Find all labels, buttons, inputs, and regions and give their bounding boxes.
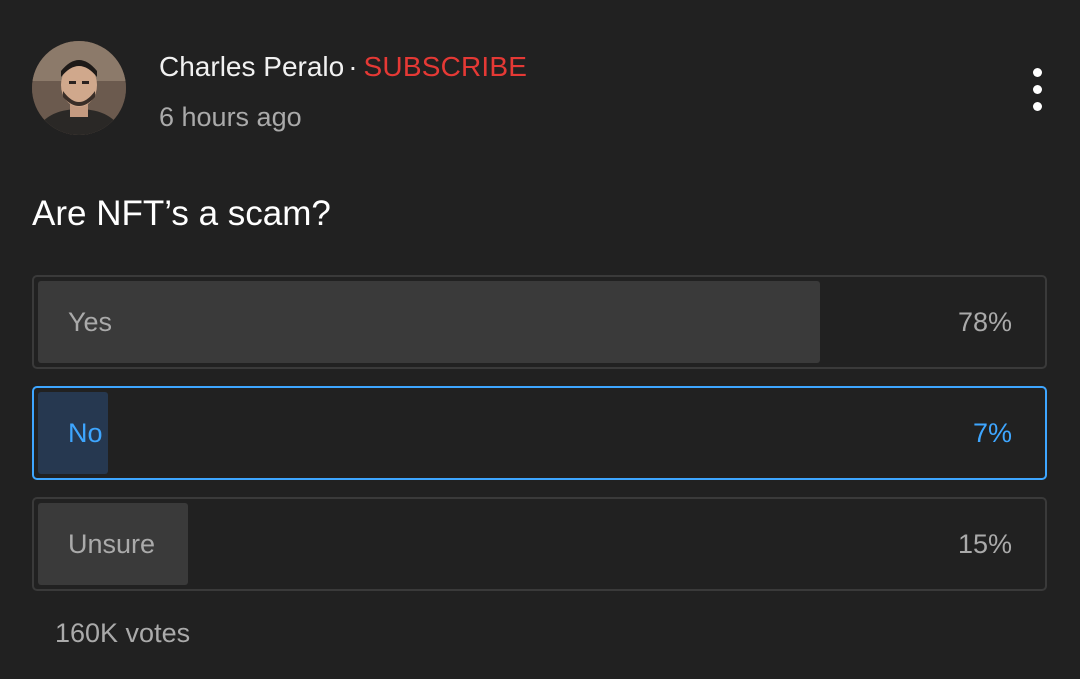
poll-option-label: No	[68, 418, 103, 448]
poll-option-label: Yes	[68, 307, 113, 337]
poll-option-yes[interactable]: Yes 78%	[32, 275, 1047, 369]
menu-dot	[1033, 102, 1042, 111]
menu-dot	[1033, 68, 1042, 77]
channel-name[interactable]: Charles Peralo	[159, 51, 344, 82]
poll-option-percent: 78%	[957, 307, 1012, 337]
poll-option-percent: 7%	[972, 418, 1012, 448]
poll-option-percent: 15%	[957, 529, 1012, 559]
poll-option-no[interactable]: No 7%	[32, 386, 1047, 480]
poll-question: Are NFT’s a scam?	[32, 194, 331, 233]
avatar[interactable]	[32, 41, 126, 135]
subscribe-button[interactable]: SUBSCRIBE	[364, 51, 528, 82]
post-timestamp: 6 hours ago	[159, 102, 302, 132]
menu-dot	[1033, 85, 1042, 94]
poll-option-unsure[interactable]: Unsure 15%	[32, 497, 1047, 591]
poll-option-bar	[38, 281, 820, 363]
poll-option-label: Unsure	[68, 529, 156, 559]
more-vert-icon[interactable]	[1018, 62, 1058, 118]
separator-dot: ·	[348, 51, 358, 82]
avatar-image	[32, 41, 126, 135]
vote-count: 160K votes	[55, 618, 191, 648]
author-line: Charles Peralo · SUBSCRIBE	[159, 50, 527, 84]
